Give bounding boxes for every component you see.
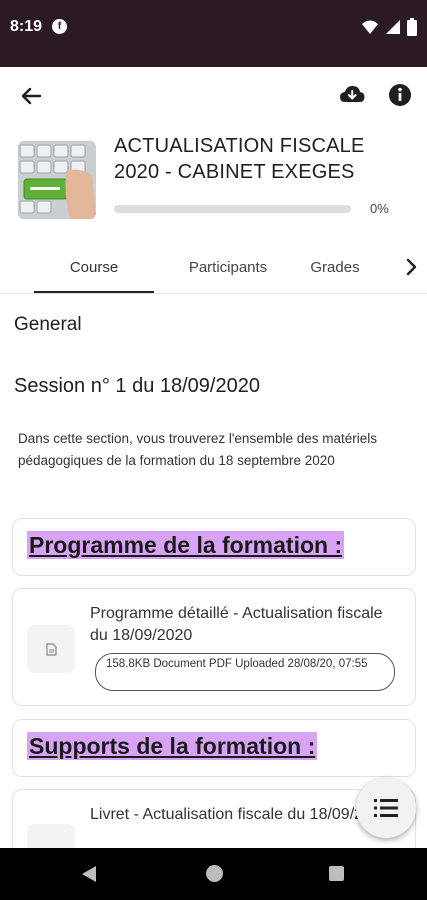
course-title: ACTUALISATION FISCALE 2020 - CABINET EXE… bbox=[114, 135, 365, 183]
course-progress-text: 0% bbox=[370, 201, 389, 216]
session-title: Session n° 1 du 18/09/2020 bbox=[14, 375, 260, 397]
label-card-supports: Supports de la formation : bbox=[12, 719, 416, 777]
course-tabs: Course Participants Grades bbox=[0, 242, 427, 294]
nav-back-icon[interactable] bbox=[80, 865, 98, 883]
tab-course[interactable]: Course bbox=[34, 242, 154, 293]
wifi-icon bbox=[362, 20, 378, 34]
nav-home-icon[interactable] bbox=[206, 865, 223, 882]
status-bar: 8:19 f bbox=[0, 0, 427, 67]
label-programme: Programme de la formation : bbox=[27, 531, 345, 559]
status-time: 8:19 bbox=[10, 18, 43, 35]
list-icon bbox=[374, 799, 398, 817]
signal-icon bbox=[386, 20, 400, 34]
nav-recent-icon[interactable] bbox=[329, 866, 344, 881]
resource-title[interactable]: Livret - Actualisation fiscale du 18/09/… bbox=[90, 804, 390, 826]
battery-icon bbox=[407, 18, 417, 36]
course-index-button[interactable] bbox=[356, 778, 416, 838]
course-image-keyboard bbox=[18, 141, 96, 219]
chevron-right-icon[interactable] bbox=[398, 254, 424, 280]
file-icon bbox=[27, 625, 75, 673]
resource-meta-badge: 158.8KB Document PDF Uploaded 28/08/20, … bbox=[95, 653, 395, 691]
info-icon[interactable] bbox=[386, 81, 414, 109]
course-progress-bar bbox=[114, 205, 351, 213]
label-supports: Supports de la formation : bbox=[27, 732, 318, 760]
course-image bbox=[18, 141, 96, 219]
resource-title[interactable]: Programme détaillé - Actualisation fisca… bbox=[90, 603, 390, 647]
cloud-download-icon[interactable] bbox=[338, 81, 366, 109]
status-icons bbox=[361, 18, 417, 36]
tab-participants[interactable]: Participants bbox=[163, 242, 293, 292]
section-title: General bbox=[14, 314, 82, 335]
notification-app-icon: f bbox=[52, 19, 67, 34]
session-description: Dans cette section, vous trouverez l'ens… bbox=[18, 431, 377, 468]
system-nav-bar bbox=[0, 848, 427, 900]
label-card-programme: Programme de la formation : bbox=[12, 518, 416, 576]
back-arrow-icon[interactable] bbox=[16, 81, 46, 111]
app-bar bbox=[0, 67, 427, 123]
resource-card-programme[interactable]: Programme détaillé - Actualisation fisca… bbox=[12, 588, 416, 706]
tab-grades[interactable]: Grades bbox=[300, 242, 370, 292]
